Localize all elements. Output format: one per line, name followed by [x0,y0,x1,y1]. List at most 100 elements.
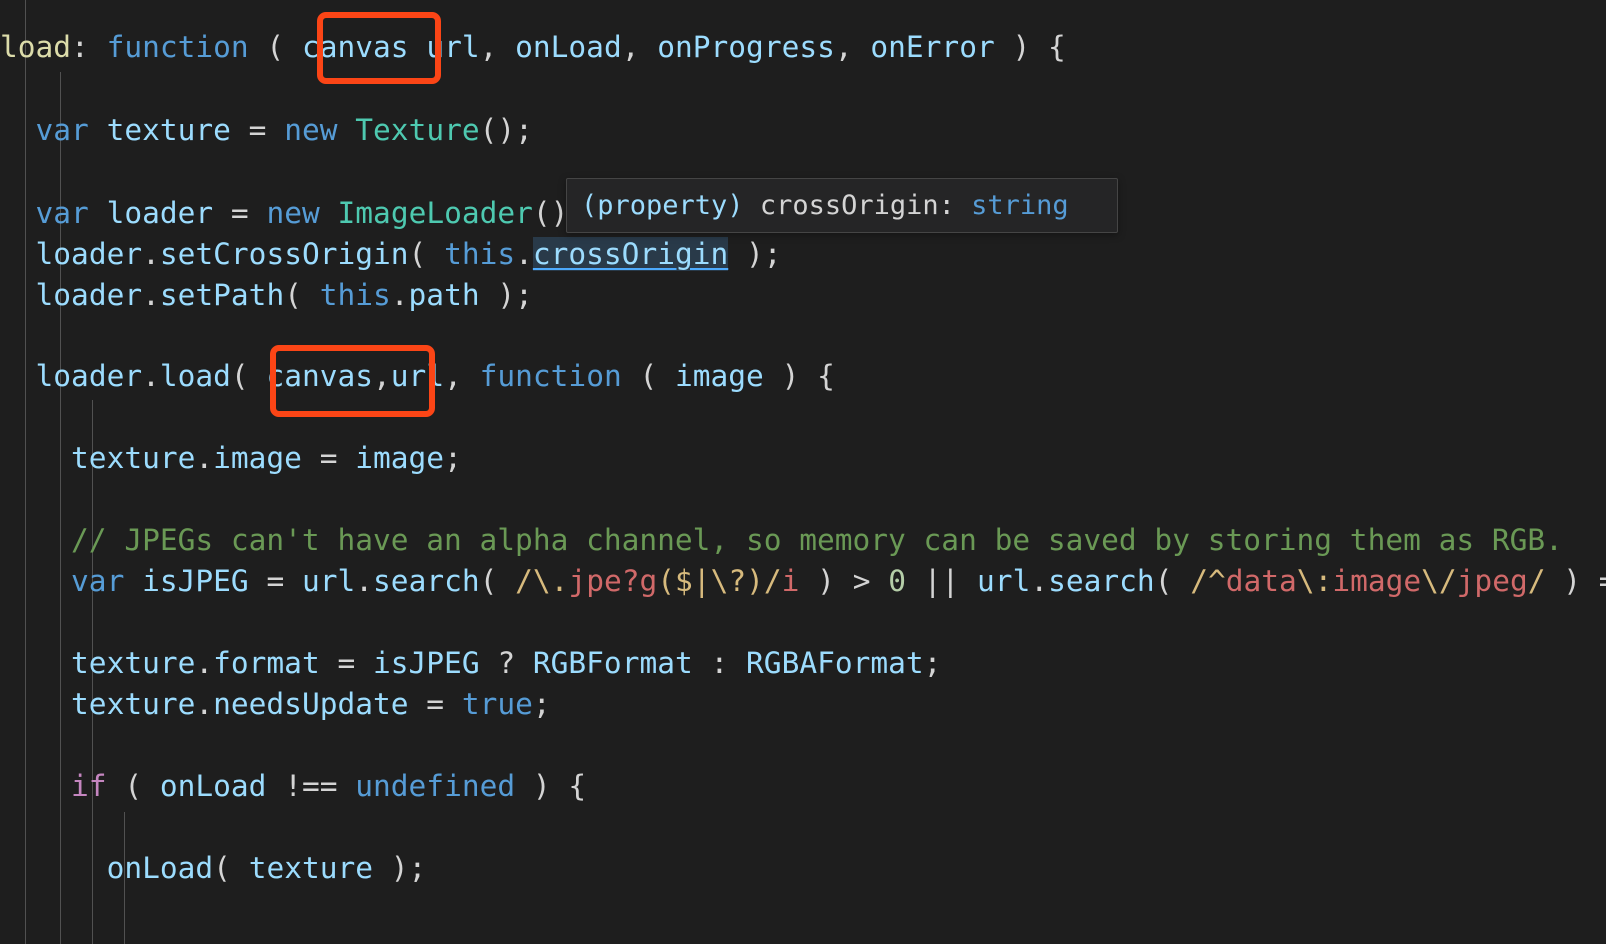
token: , [373,359,391,393]
token: image [355,441,445,475]
token: !== [266,769,356,803]
token: ? [621,564,640,598]
line-loader-load[interactable]: loader.load( canvas,url, function ( imag… [0,356,835,397]
token: , [444,359,480,393]
token: isJPEG [142,564,249,598]
token: . [142,359,160,393]
token: . [390,278,409,312]
token: onLoad [515,30,622,64]
token: new [266,196,320,230]
token: . [195,441,214,475]
token: onLoad [159,769,267,803]
token: search [1048,564,1155,598]
token: > [852,564,871,598]
line-var-texture[interactable]: var texture = new Texture(); [0,110,533,151]
token: url [301,564,356,598]
token: . [355,564,374,598]
token: texture [106,113,231,147]
token: Texture [355,113,480,147]
token: . [142,278,160,312]
hover-tooltip-kind: (property) [581,190,744,221]
line-comment-jpegs[interactable]: // JPEGs can't have an alpha channel, so… [0,520,1563,561]
token: texture [71,441,196,475]
token: ) == [1563,564,1606,598]
token: (); [479,113,533,147]
token: = [213,196,267,230]
token: format [213,646,320,680]
token: ( [284,278,320,312]
line-call-onload[interactable]: onLoad( texture ); [0,848,427,889]
token: path [408,278,480,312]
token: new [284,113,338,147]
token: data [1225,564,1297,598]
token: setPath [159,278,285,312]
token: texture [71,687,196,721]
code-editor-viewport[interactable]: load: function ( canvas url, onLoad, onP… [0,0,1606,944]
token: var [35,196,89,230]
line-var-loader[interactable]: var loader = new ImageLoader(); [0,193,587,234]
line-set-path[interactable]: loader.setPath( this.path ); [0,275,533,316]
hover-tooltip: (property) crossOrigin: string [566,178,1118,233]
line-texture-needsupdate[interactable]: texture.needsUpdate = true; [0,684,551,725]
token: ; [532,687,551,721]
token: ; [923,646,942,680]
token: \/ [1421,564,1457,598]
token: ) [746,564,764,598]
token: ); [479,278,533,312]
line-texture-image[interactable]: texture.image = image; [0,438,462,479]
token: . [195,646,214,680]
token: ( [106,769,160,803]
token: \. [532,564,569,598]
source-code-text[interactable]: load: function ( canvas url, onLoad, onP… [0,0,1606,944]
token: , [834,30,871,64]
token: needsUpdate [213,687,409,721]
token: g [639,564,658,598]
line-var-isjpeg[interactable]: var isJPEG = url.search( /\.jpe?g($|\?)/… [0,561,1606,602]
line-if-onload[interactable]: if ( onLoad !== undefined ) { [0,766,586,807]
token: ) [799,564,853,598]
token: ( [657,564,676,598]
token: ( [248,30,302,64]
token: : [71,30,107,64]
token: / [1527,564,1546,598]
token: url [977,564,1031,598]
token: \: [1296,564,1333,598]
line-set-crossorigin[interactable]: loader.setCrossOrigin( this.crossOrigin … [0,234,782,275]
token: function [106,30,249,64]
token: onProgress [657,30,835,64]
token: . [195,687,214,721]
token: texture [71,646,196,680]
token: image [1332,564,1422,598]
token: ) { [515,769,587,803]
token: ^ [1207,564,1226,598]
token: ) { [994,30,1066,64]
token: / [1190,564,1208,598]
token: jpe [568,564,622,598]
token: = [319,646,374,680]
token: RGBAFormat [746,646,924,680]
token: function [479,359,622,393]
line-texture-format[interactable]: texture.format = isJPEG ? RGBFormat : RG… [0,643,941,684]
token: onError [870,30,995,64]
token: 0 [888,564,906,598]
token: isJPEG [373,646,480,680]
hover-tooltip-symbol: crossOrigin: [743,190,955,221]
token: url [426,30,480,64]
token: onLoad [106,851,214,885]
line-load-signature[interactable]: load: function ( canvas url, onLoad, onP… [0,27,1066,68]
token: . [142,237,160,271]
token[interactable]: crossOrigin [532,237,729,271]
